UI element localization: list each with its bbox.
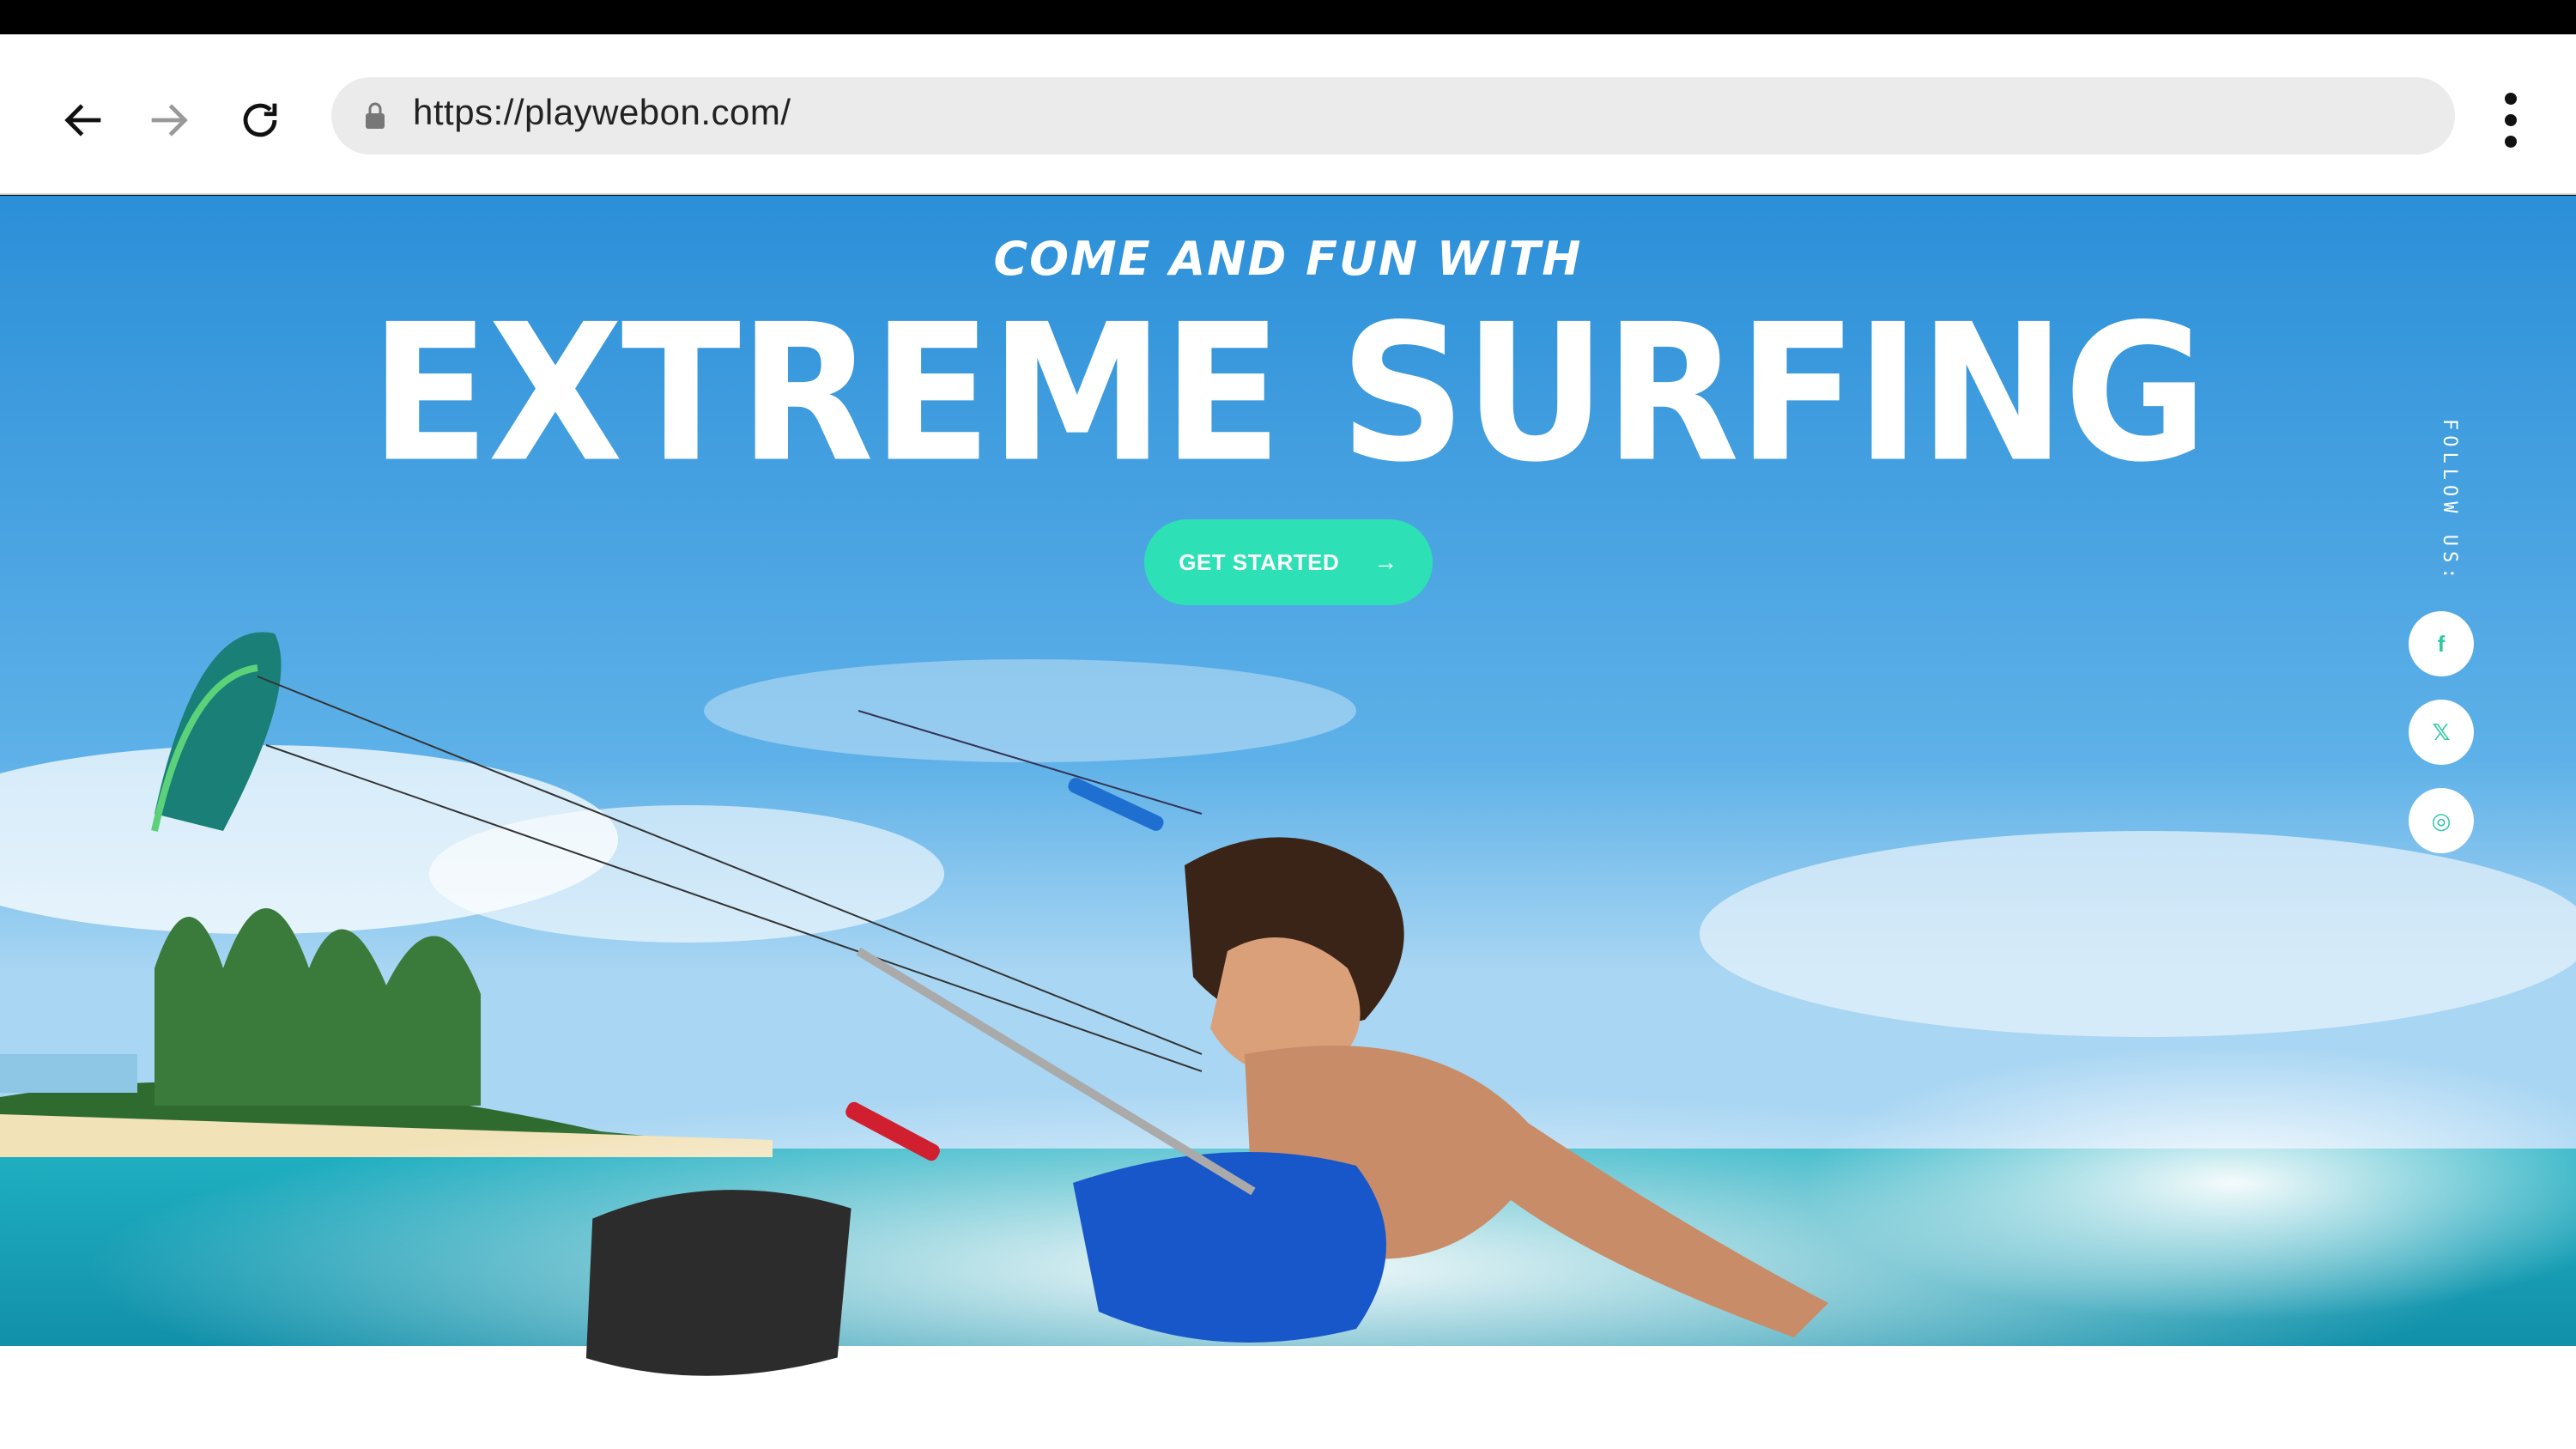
- arrow-right-icon: →: [1373, 549, 1398, 575]
- address-bar[interactable]: https://playwebon.com/: [331, 77, 2455, 155]
- more-vertical-icon[interactable]: [2489, 86, 2532, 155]
- hero-kicker: COME AND FUN WITH: [993, 232, 1583, 286]
- system-status-bar: [0, 0, 2576, 34]
- browser-toolbar: https://playwebon.com/: [0, 34, 2576, 195]
- x-twitter-icon[interactable]: 𝕏: [2409, 700, 2474, 765]
- instagram-icon[interactable]: ◎: [2409, 788, 2474, 853]
- hero-headline: EXTREME SURFING: [370, 284, 2208, 505]
- follow-us-label: FOLLOW US:: [2439, 419, 2460, 585]
- arrow-right-icon: [151, 104, 188, 136]
- forward-button[interactable]: [134, 86, 203, 155]
- reload-button[interactable]: [226, 86, 294, 155]
- url-text[interactable]: https://playwebon.com/: [413, 92, 791, 133]
- lock-icon: [366, 102, 385, 129]
- reload-icon: [243, 103, 277, 137]
- hero-section: COME AND FUN WITH EXTREME SURFING GET ST…: [0, 196, 2576, 1449]
- get-started-label: GET STARTED: [1179, 549, 1340, 575]
- back-button[interactable]: [50, 86, 118, 155]
- facebook-icon[interactable]: f: [2409, 611, 2474, 676]
- arrow-left-icon: [64, 104, 101, 136]
- get-started-button[interactable]: GET STARTED →: [1144, 519, 1433, 605]
